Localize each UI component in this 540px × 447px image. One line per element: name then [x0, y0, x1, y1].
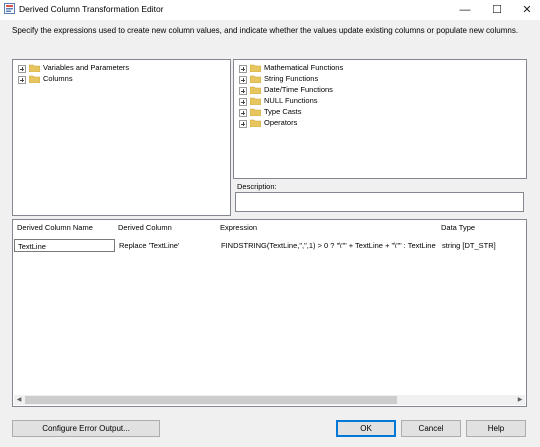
folder-icon	[250, 119, 261, 127]
ok-button[interactable]: OK	[336, 420, 396, 437]
column-header-derived-column[interactable]: Derived Column	[118, 223, 172, 232]
folder-icon	[250, 64, 261, 72]
scroll-left-icon[interactable]: ◀	[14, 395, 24, 405]
column-header-data-type[interactable]: Data Type	[441, 223, 475, 232]
folder-icon	[250, 86, 261, 94]
tree-item-label: NULL Functions	[264, 96, 318, 105]
folder-icon	[250, 108, 261, 116]
tree-item-label: Type Casts	[264, 107, 302, 116]
tree-item-label: Columns	[43, 74, 73, 83]
maximize-button[interactable]: ☐	[482, 0, 512, 20]
expand-icon[interactable]	[18, 76, 26, 84]
tree-item-label: Date/Time Functions	[264, 85, 333, 94]
tree-item-label: String Functions	[264, 74, 319, 83]
help-button[interactable]: Help	[466, 420, 526, 437]
derived-column-name-field[interactable]: TextLine	[14, 239, 115, 252]
derived-column-grid[interactable]: Derived Column Name Derived Column Expre…	[12, 219, 527, 407]
tree-item-label: Operators	[264, 118, 298, 127]
folder-icon	[29, 64, 40, 72]
folder-icon	[29, 75, 40, 83]
close-button[interactable]: ✕	[512, 0, 540, 20]
title-bar: Derived Column Transformation Editor — ☐…	[0, 0, 540, 20]
column-header-name[interactable]: Derived Column Name	[17, 223, 93, 232]
expand-icon[interactable]	[239, 87, 247, 95]
expand-icon[interactable]	[239, 65, 247, 73]
expand-icon[interactable]	[239, 120, 247, 128]
tree-item-label: Variables and Parameters	[43, 63, 130, 72]
cancel-button[interactable]: Cancel	[401, 420, 461, 437]
window-title: Derived Column Transformation Editor	[19, 4, 164, 14]
expand-icon[interactable]	[239, 109, 247, 117]
variables-columns-tree[interactable]: Variables and Parameters Columns	[12, 59, 231, 216]
expression-field[interactable]: FINDSTRING(TextLine,",",1) > 0 ? "\"" + …	[221, 239, 439, 252]
folder-icon	[250, 75, 261, 83]
scroll-right-icon[interactable]: ▶	[515, 395, 525, 405]
data-type-field[interactable]: string [DT_STR]	[442, 239, 522, 252]
description-box	[235, 192, 524, 212]
column-header-expression[interactable]: Expression	[220, 223, 257, 232]
configure-error-output-button[interactable]: Configure Error Output...	[12, 420, 160, 437]
folder-icon	[250, 97, 261, 105]
derived-column-select[interactable]: Replace 'TextLine'	[119, 239, 219, 252]
minimize-button[interactable]: —	[450, 0, 480, 20]
scroll-thumb[interactable]	[25, 396, 397, 404]
description-label: Description:	[237, 182, 277, 191]
functions-tree[interactable]: Mathematical Functions String Functions …	[233, 59, 527, 179]
app-icon	[4, 3, 15, 14]
horizontal-scrollbar[interactable]: ◀ ▶	[14, 395, 525, 405]
expand-icon[interactable]	[239, 98, 247, 106]
expand-icon[interactable]	[18, 65, 26, 73]
tree-item-label: Mathematical Functions	[264, 63, 344, 72]
instruction-text: Specify the expressions used to create n…	[12, 26, 519, 35]
expand-icon[interactable]	[239, 76, 247, 84]
